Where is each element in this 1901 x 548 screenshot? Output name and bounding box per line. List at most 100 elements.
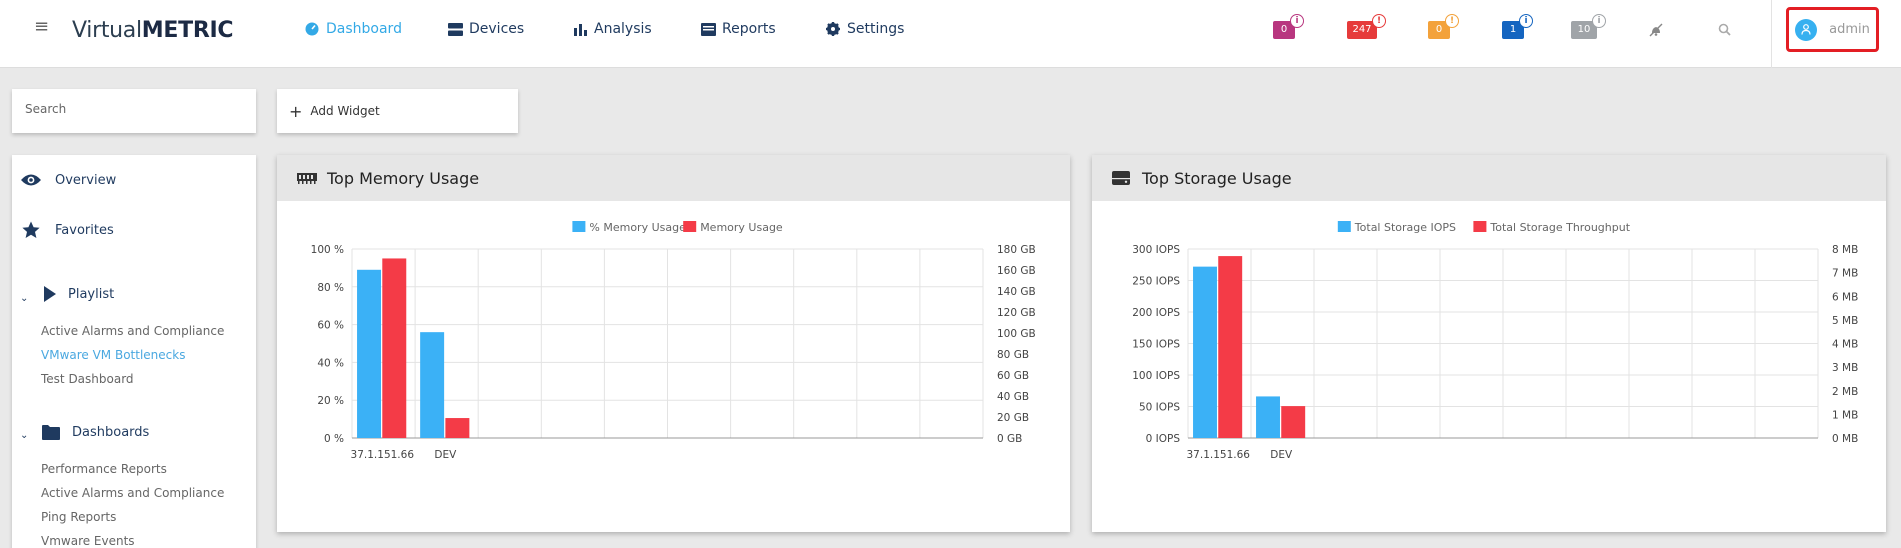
report-icon bbox=[700, 21, 716, 37]
y-right-tick-label: 5 MB bbox=[1832, 315, 1858, 327]
gear-icon bbox=[825, 21, 841, 37]
memory-usage-widget: Top Memory Usage % Memory Usage Memory Us… bbox=[277, 155, 1070, 532]
bar bbox=[1281, 406, 1306, 438]
sidebar-section-label: Playlist bbox=[68, 286, 115, 302]
bar-chart-icon bbox=[572, 21, 588, 37]
search-icon[interactable] bbox=[1718, 23, 1732, 37]
sidebar-section-playlist[interactable]: Playlist bbox=[42, 285, 114, 303]
play-icon bbox=[42, 285, 56, 303]
legend-label: Total Storage IOPS bbox=[1354, 221, 1456, 234]
user-name: admin bbox=[1829, 22, 1870, 37]
sidebar-section-dashboards[interactable]: Dashboards bbox=[42, 423, 149, 441]
user-icon bbox=[1795, 18, 1818, 41]
chevron-down-icon[interactable]: ⌄ bbox=[20, 293, 28, 304]
sidebar: Overview Favorites ⌄ Playlist Active Ala… bbox=[12, 155, 256, 548]
info-icon: i bbox=[1519, 14, 1533, 28]
logo-bold: METRIC bbox=[141, 18, 234, 43]
nav-label: Settings bbox=[847, 21, 905, 37]
y-right-tick-label: 0 GB bbox=[997, 433, 1022, 445]
y-right-tick-label: 100 GB bbox=[997, 328, 1036, 340]
bar bbox=[382, 258, 407, 438]
y-right-tick-label: 160 GB bbox=[997, 265, 1036, 277]
legend-swatch bbox=[683, 221, 697, 232]
sidebar-item-playlist-active[interactable]: VMware VM Bottlenecks bbox=[41, 348, 185, 362]
y-right-tick-label: 6 MB bbox=[1832, 291, 1858, 303]
y-right-tick-label: 4 MB bbox=[1832, 339, 1858, 351]
search-input[interactable]: Search bbox=[12, 89, 256, 133]
y-left-tick-label: 0 % bbox=[324, 433, 344, 445]
sidebar-item-overview[interactable]: Overview bbox=[21, 171, 116, 189]
bar bbox=[1218, 256, 1243, 438]
sidebar-item-dashboard[interactable]: Vmware Events bbox=[41, 534, 135, 548]
bar bbox=[357, 269, 382, 438]
user-menu[interactable]: admin bbox=[1786, 7, 1879, 52]
badge-count: 0 bbox=[1280, 24, 1288, 35]
sidebar-item-dashboard[interactable]: Ping Reports bbox=[41, 510, 116, 524]
alert-badge-info[interactable]: 1 i bbox=[1502, 14, 1533, 39]
bar bbox=[420, 332, 445, 438]
nav-settings[interactable]: Settings bbox=[825, 21, 904, 37]
y-right-tick-label: 3 MB bbox=[1832, 362, 1858, 374]
storage-icon bbox=[1112, 170, 1132, 186]
nav-label: Devices bbox=[469, 21, 525, 37]
y-left-tick-label: 250 IOPS bbox=[1132, 276, 1180, 288]
star-icon bbox=[21, 221, 41, 239]
legend-swatch bbox=[1473, 221, 1487, 232]
y-left-tick-label: 60 % bbox=[317, 320, 344, 332]
eye-icon bbox=[21, 171, 41, 189]
chevron-down-icon[interactable]: ⌄ bbox=[20, 430, 28, 441]
memory-icon bbox=[297, 170, 317, 186]
x-tick-label: DEV bbox=[1270, 449, 1293, 461]
alert-badge-error[interactable]: 247 ! bbox=[1347, 14, 1386, 39]
sidebar-item-dashboard[interactable]: Active Alarms and Compliance bbox=[41, 486, 224, 500]
divider bbox=[1771, 0, 1772, 68]
sidebar-item-dashboard[interactable]: Performance Reports bbox=[41, 462, 167, 476]
hamburger-icon[interactable]: ≡ bbox=[34, 18, 49, 36]
x-tick-label: 37.1.151.66 bbox=[351, 449, 415, 461]
y-right-tick-label: 2 MB bbox=[1832, 386, 1858, 398]
sidebar-item-favorites[interactable]: Favorites bbox=[21, 221, 114, 239]
folder-icon bbox=[42, 423, 60, 441]
nav-label: Reports bbox=[722, 21, 776, 37]
sidebar-item-label: Overview bbox=[55, 172, 117, 188]
top-bar: ≡ VirtualMETRIC Dashboard Devices Analys… bbox=[0, 0, 1901, 68]
badge-count: 1 bbox=[1509, 24, 1517, 35]
y-right-tick-label: 180 GB bbox=[997, 244, 1036, 256]
nav-label: Dashboard bbox=[326, 21, 402, 37]
logo[interactable]: VirtualMETRIC bbox=[72, 18, 234, 43]
bar bbox=[1193, 266, 1217, 438]
add-widget-button[interactable]: + Add Widget bbox=[277, 89, 518, 133]
sidebar-item-playlist[interactable]: Active Alarms and Compliance bbox=[41, 324, 224, 338]
x-tick-label: DEV bbox=[434, 449, 457, 461]
sidebar-section-label: Dashboards bbox=[72, 424, 150, 440]
y-left-tick-label: 40 % bbox=[317, 357, 344, 369]
chart-legend: % Memory Usage Memory Usage bbox=[572, 221, 783, 234]
nav-devices[interactable]: Devices bbox=[447, 21, 524, 37]
y-left-tick-label: 50 IOPS bbox=[1139, 402, 1180, 414]
alert-badge-notice[interactable]: 10 i bbox=[1571, 14, 1606, 39]
legend-label: Total Storage Throughput bbox=[1489, 221, 1630, 234]
alert-badge-warning[interactable]: 0 ! bbox=[1428, 14, 1459, 39]
nav-dashboard[interactable]: Dashboard bbox=[304, 21, 402, 37]
server-icon bbox=[447, 21, 463, 37]
bell-off-icon[interactable] bbox=[1649, 23, 1663, 37]
gauge-icon bbox=[304, 21, 320, 37]
badge-count: 247 bbox=[1352, 24, 1372, 35]
legend-swatch bbox=[572, 221, 586, 232]
y-right-tick-label: 0 MB bbox=[1832, 433, 1858, 445]
nav-reports[interactable]: Reports bbox=[700, 21, 776, 37]
widget-title: Top Storage Usage bbox=[1142, 168, 1292, 188]
badge-count: 0 bbox=[1435, 24, 1443, 35]
y-right-tick-label: 80 GB bbox=[997, 349, 1029, 361]
y-left-tick-label: 100 IOPS bbox=[1132, 370, 1180, 382]
memory-usage-chart: % Memory Usage Memory Usage 0 % 20 % 40 % 60 … bbox=[311, 221, 1036, 461]
legend-swatch bbox=[1337, 221, 1351, 232]
alert-badge-critical-info[interactable]: 0 i bbox=[1273, 14, 1304, 39]
y-right-tick-label: 60 GB bbox=[997, 370, 1029, 382]
add-widget-label: Add Widget bbox=[310, 104, 380, 118]
nav-analysis[interactable]: Analysis bbox=[572, 21, 652, 37]
storage-usage-chart: Total Storage IOPS Total Storage Throughp… bbox=[1132, 221, 1858, 461]
storage-usage-widget: Top Storage Usage Total Storage IOPS Tota… bbox=[1092, 155, 1886, 532]
y-left-tick-label: 0 IOPS bbox=[1146, 433, 1181, 445]
sidebar-item-playlist[interactable]: Test Dashboard bbox=[41, 372, 134, 386]
